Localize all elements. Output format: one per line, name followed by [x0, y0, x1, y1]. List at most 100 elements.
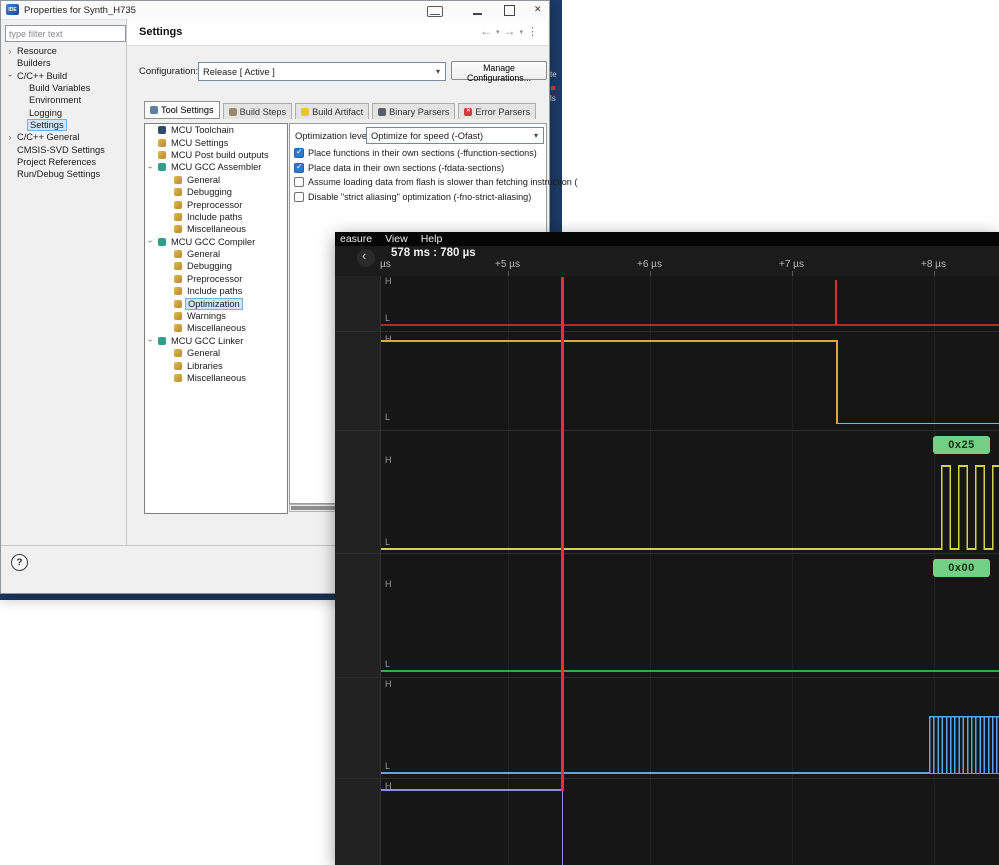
sidebar-tree-item[interactable]: C/C++ General: [1, 131, 125, 143]
manage-configurations-button[interactable]: Manage Configurations...: [451, 61, 547, 83]
sidebar-tree-item-label: Run/Debug Settings: [17, 169, 101, 180]
settings-tab[interactable]: Build Artifact: [295, 103, 370, 119]
tool-settings-tree-item[interactable]: Preprocessor: [145, 273, 287, 285]
dialog-titlebar[interactable]: IDE Properties for Synth_H735: [1, 1, 549, 20]
tree-item-label: MCU GCC Linker: [171, 335, 244, 346]
tool-settings-tree-item[interactable]: MCU GCC Compiler: [145, 236, 287, 248]
tool-settings-tree-item[interactable]: MCU GCC Assembler: [145, 161, 287, 173]
settings-tab[interactable]: Binary Parsers: [372, 103, 456, 119]
tree-item-label: Preprocessor: [187, 273, 243, 284]
tool-settings-tree-item[interactable]: General: [145, 347, 287, 359]
tool-settings-tree-item[interactable]: Preprocessor: [145, 198, 287, 210]
tree-item-icon: [174, 212, 182, 221]
option-row[interactable]: Disable "strict aliasing" optimization (…: [292, 190, 544, 205]
sidebar-tree-item[interactable]: Resource: [1, 45, 125, 57]
tree-expander-icon[interactable]: [149, 336, 158, 345]
forward-dropdown-icon[interactable]: [519, 26, 523, 37]
sidebar-tree-item[interactable]: CMSIS-SVD Settings: [1, 143, 125, 155]
background-red-dot-icon: [551, 86, 555, 90]
tool-settings-tree-item[interactable]: MCU Post build outputs: [145, 149, 287, 161]
tree-item-label: MCU Toolchain: [171, 125, 234, 136]
tool-settings-tree-item[interactable]: Debugging: [145, 186, 287, 198]
channel-2-trace-low: [381, 548, 941, 550]
touch-keyboard-icon[interactable]: [427, 6, 443, 17]
sidebar-tree-item[interactable]: Run/Debug Settings: [1, 168, 125, 180]
tree-item-icon: [158, 126, 166, 135]
tree-item-label: Miscellaneous: [187, 224, 246, 235]
back-dropdown-icon[interactable]: [496, 26, 500, 37]
maximize-icon[interactable]: [504, 5, 515, 16]
tree-expander-icon[interactable]: [5, 133, 15, 142]
overflow-menu-icon[interactable]: [527, 25, 538, 38]
channel-3-low-label: L: [385, 659, 391, 669]
settings-tab[interactable]: Error Parsers: [458, 103, 537, 119]
channel-separator: [335, 331, 999, 332]
tool-settings-tree-item[interactable]: Debugging: [145, 260, 287, 272]
sidebar-tree-item-label: Environment: [29, 95, 82, 106]
dialog-header: Settings: [127, 19, 548, 46]
tool-settings-tree-item[interactable]: Warnings: [145, 310, 287, 322]
menu-item[interactable]: View: [385, 233, 408, 245]
channel-3-value-badge: 0x00: [933, 559, 990, 577]
tree-expander-icon[interactable]: [5, 47, 15, 56]
collapse-sidebar-icon[interactable]: [357, 248, 375, 267]
filter-input[interactable]: [5, 25, 126, 42]
tree-item-label: MCU GCC Assembler: [171, 162, 262, 173]
timing-cursor[interactable]: [561, 277, 564, 791]
sidebar-tree-item-label: Resource: [17, 46, 57, 57]
option-row[interactable]: Assume loading data from flash is slower…: [292, 175, 577, 190]
channel-1-high-label: H: [385, 334, 392, 344]
sidebar-tree-item[interactable]: Logging: [1, 106, 125, 118]
sidebar-tree-item[interactable]: Builders: [1, 57, 125, 69]
tool-settings-tree-item[interactable]: Miscellaneous: [145, 223, 287, 235]
checkbox[interactable]: [294, 162, 304, 173]
sidebar-tree-item[interactable]: Build Variables: [1, 82, 125, 94]
tab-icon: [464, 107, 473, 116]
optimization-level-select[interactable]: Optimize for speed (-Ofast): [366, 127, 544, 144]
gridline: [792, 276, 793, 865]
tool-settings-tree-item[interactable]: MCU GCC Linker: [145, 335, 287, 347]
checkbox[interactable]: [294, 192, 304, 203]
tool-settings-tree-item[interactable]: Include paths: [145, 211, 287, 223]
tool-settings-tree-item[interactable]: Include paths: [145, 285, 287, 297]
sidebar-tree-item[interactable]: Project References: [1, 156, 125, 168]
minimize-icon[interactable]: [473, 13, 482, 15]
sidebar-tree-item-label: C/C++ Build: [17, 70, 68, 81]
settings-tab[interactable]: Tool Settings: [144, 101, 220, 119]
close-icon[interactable]: [533, 3, 545, 17]
menu-item[interactable]: easure: [340, 233, 372, 245]
sidebar-tree-item[interactable]: Environment: [1, 94, 125, 106]
tree-item-icon: [158, 150, 166, 159]
tree-expander-icon[interactable]: [149, 163, 158, 172]
tree-expander-icon[interactable]: [149, 237, 158, 246]
tree-expander-icon[interactable]: [5, 71, 15, 80]
tool-settings-tree-item[interactable]: Libraries: [145, 359, 287, 371]
tool-settings-tree-item[interactable]: Miscellaneous: [145, 322, 287, 334]
tool-settings-tree-item[interactable]: General: [145, 248, 287, 260]
configuration-select[interactable]: Release [ Active ]: [198, 62, 446, 81]
option-row[interactable]: Place functions in their own sections (-…: [292, 146, 544, 161]
back-icon[interactable]: [480, 24, 492, 38]
checkbox[interactable]: [294, 147, 304, 159]
sidebar-tree-item-label: CMSIS-SVD Settings: [17, 144, 105, 155]
menu-item[interactable]: Help: [421, 233, 443, 245]
tool-settings-tree-item[interactable]: MCU Settings: [145, 136, 287, 148]
tool-settings-tree-item[interactable]: Optimization: [145, 297, 287, 310]
tree-item-label: General: [187, 348, 221, 359]
tool-settings-tree-item[interactable]: General: [145, 174, 287, 186]
option-row[interactable]: Place data in their own sections (-fdata…: [292, 161, 544, 176]
help-button[interactable]: ?: [11, 554, 28, 571]
forward-icon[interactable]: [503, 24, 515, 38]
checkbox[interactable]: [294, 177, 304, 188]
channel-gutter: [335, 276, 381, 865]
sidebar-tree-item[interactable]: C/C++ Build: [1, 70, 125, 82]
settings-tab[interactable]: Build Steps: [222, 103, 293, 119]
header-toolbar: [480, 24, 538, 38]
channel-2-high-label: H: [385, 455, 392, 465]
tool-settings-tree-item[interactable]: Miscellaneous: [145, 372, 287, 384]
tab-icon: [301, 107, 310, 116]
tree-item-icon: [158, 138, 166, 147]
tool-settings-tree-item[interactable]: MCU Toolchain: [145, 124, 287, 136]
sidebar-tree-item-label: Project References: [17, 156, 97, 167]
sidebar-tree-item[interactable]: Settings: [1, 118, 125, 131]
